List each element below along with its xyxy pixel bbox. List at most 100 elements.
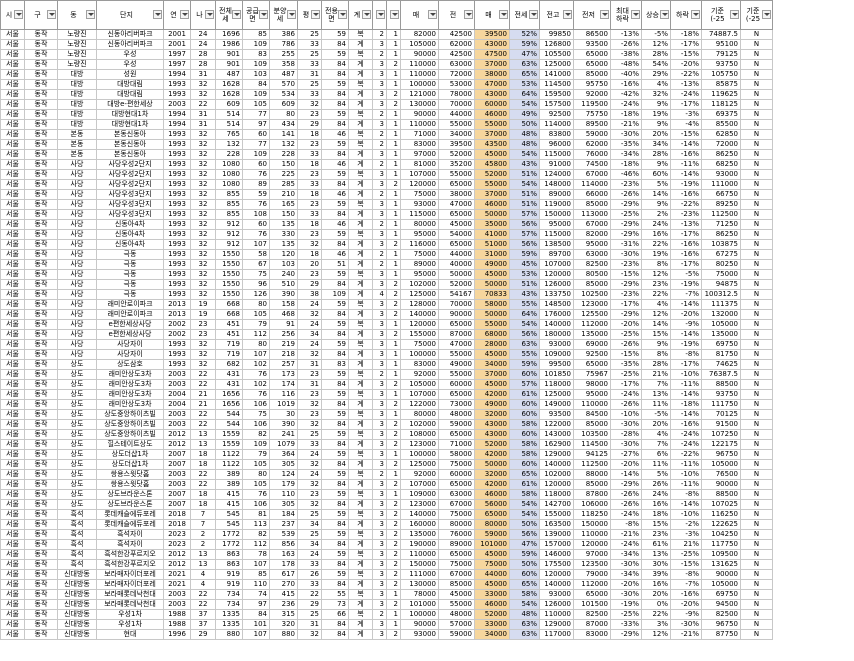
table-cell[interactable]: 43000 [474, 89, 510, 100]
table-cell[interactable]: 82000 [400, 29, 439, 40]
table-cell[interactable]: 55000 [438, 169, 475, 180]
table-cell[interactable]: N [740, 439, 773, 450]
table-cell[interactable]: 34000 [474, 629, 510, 640]
table-cell[interactable]: N [740, 369, 773, 380]
table-cell[interactable]: 93000 [400, 199, 439, 210]
table-cell[interactable]: 보라매롯데낙천대 [96, 599, 164, 610]
table-cell[interactable]: 61% [509, 479, 540, 490]
table-cell[interactable]: 101 [242, 619, 270, 630]
table-cell[interactable]: 래미안로이파크 [96, 299, 164, 310]
table-cell[interactable]: 58% [509, 439, 540, 450]
table-cell[interactable]: -25% [610, 329, 642, 340]
table-cell[interactable]: 동작 [24, 379, 58, 390]
table-cell[interactable]: 상도삼호 [96, 359, 164, 370]
table-cell[interactable]: 52000 [474, 439, 510, 450]
table-cell[interactable]: 동작 [24, 479, 58, 490]
table-cell[interactable]: -15% [670, 129, 702, 140]
table-cell[interactable]: 155000 [539, 509, 574, 520]
table-cell[interactable]: 3 [372, 509, 387, 520]
table-cell[interactable]: 41000 [474, 229, 510, 240]
table-cell[interactable]: 계 [348, 239, 373, 250]
table-cell[interactable]: 60% [509, 369, 540, 380]
table-cell[interactable]: 68250 [701, 159, 741, 170]
table-cell[interactable]: 동작 [24, 129, 58, 140]
table-cell[interactable]: 30 [269, 409, 298, 420]
table-cell[interactable]: 1 [386, 339, 401, 350]
table-cell[interactable]: 88500 [701, 379, 741, 390]
table-cell[interactable]: 106 [242, 399, 270, 410]
table-cell[interactable]: 28% [641, 49, 671, 60]
table-cell[interactable]: 96750 [701, 619, 741, 630]
table-cell[interactable]: -20% [670, 309, 702, 320]
table-cell[interactable]: 상도 [57, 469, 97, 480]
table-cell[interactable]: 20 [297, 259, 322, 270]
table-cell[interactable]: 2003 [163, 479, 191, 490]
table-cell[interactable]: 사당우성2단지 [96, 179, 164, 190]
table-cell[interactable]: 31 [190, 69, 216, 80]
table-cell[interactable]: 115000 [400, 209, 439, 220]
table-cell[interactable]: 2013 [163, 299, 191, 310]
table-cell[interactable]: 서울 [0, 449, 25, 460]
table-cell[interactable]: 32 [190, 349, 216, 360]
table-cell[interactable]: 13 [190, 559, 216, 570]
table-cell[interactable]: 468 [269, 309, 298, 320]
table-cell[interactable]: 3 [372, 299, 387, 310]
table-cell[interactable]: 90000 [701, 479, 741, 490]
table-cell[interactable]: 210 [269, 189, 298, 200]
table-cell[interactable]: 75750 [573, 109, 611, 120]
table-cell[interactable]: 상도중앙하이츠빌 [96, 429, 164, 440]
table-cell[interactable]: 1 [386, 159, 401, 170]
table-cell[interactable]: 61% [509, 389, 540, 400]
table-cell[interactable]: 1986 [215, 39, 243, 50]
table-cell[interactable]: 보라매자이더포레 [96, 569, 164, 580]
table-cell[interactable]: 사당 [57, 309, 97, 320]
table-cell[interactable]: 55000 [438, 369, 475, 380]
table-cell[interactable]: 112500 [573, 459, 611, 470]
table-cell[interactable]: 59% [509, 39, 540, 50]
table-cell[interactable]: 사당 [57, 329, 97, 340]
table-cell[interactable]: 135 [269, 219, 298, 230]
table-cell[interactable]: 1550 [215, 259, 243, 270]
table-cell[interactable]: 120 [269, 249, 298, 260]
table-cell[interactable]: 32 [190, 139, 216, 150]
table-cell[interactable]: 107025 [701, 499, 741, 510]
table-cell[interactable]: 510 [269, 279, 298, 290]
table-cell[interactable]: 1 [386, 219, 401, 230]
table-cell[interactable]: -16% [670, 589, 702, 600]
table-cell[interactable]: 102 [242, 379, 270, 390]
table-cell[interactable]: 73 [321, 599, 349, 610]
table-cell[interactable]: -20% [610, 459, 642, 470]
table-cell[interactable]: N [740, 589, 773, 600]
table-cell[interactable]: 신대방동 [57, 589, 97, 600]
table-cell[interactable]: 84 [321, 419, 349, 430]
table-cell[interactable]: 50000 [474, 279, 510, 290]
table-cell[interactable]: 118125 [701, 99, 741, 110]
table-cell[interactable]: 47% [509, 539, 540, 550]
table-cell[interactable]: 45000 [438, 219, 475, 230]
table-cell[interactable]: 32% [641, 89, 671, 100]
table-cell[interactable]: 2 [386, 419, 401, 430]
table-cell[interactable]: N [740, 89, 773, 100]
table-cell[interactable]: N [740, 179, 773, 190]
table-cell[interactable]: 복 [348, 49, 373, 60]
column-header-23[interactable]: 기준 (-25 [701, 0, 741, 30]
table-cell[interactable]: 59 [321, 369, 349, 380]
table-cell[interactable]: 24 [190, 29, 216, 40]
table-cell[interactable]: N [740, 459, 773, 470]
table-cell[interactable]: 9% [641, 99, 671, 110]
table-cell[interactable]: N [740, 259, 773, 270]
filter-dropdown-icon[interactable] [563, 10, 572, 19]
table-cell[interactable]: 140000 [400, 509, 439, 520]
table-cell[interactable]: e편한세상사당 [96, 329, 164, 340]
table-cell[interactable]: 176000 [539, 309, 574, 320]
table-cell[interactable]: 서울 [0, 159, 25, 170]
table-cell[interactable]: -3% [670, 109, 702, 120]
table-cell[interactable]: 92500 [539, 109, 574, 120]
table-cell[interactable]: 3 [372, 309, 387, 320]
table-cell[interactable]: 사당 [57, 249, 97, 260]
table-cell[interactable]: 84 [321, 459, 349, 470]
table-cell[interactable]: 서울 [0, 609, 25, 620]
table-cell[interactable]: 140000 [539, 579, 574, 590]
table-cell[interactable]: 56% [509, 529, 540, 540]
table-cell[interactable]: 1997 [163, 59, 191, 70]
